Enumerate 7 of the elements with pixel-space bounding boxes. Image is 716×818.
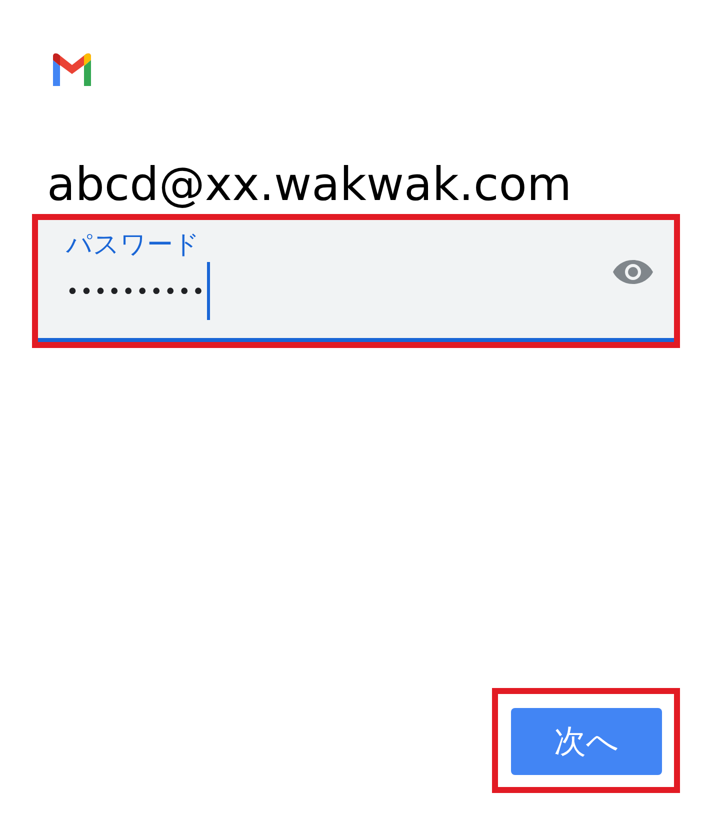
eye-icon[interactable]	[612, 258, 654, 286]
field-label: パスワード	[66, 229, 201, 262]
account-email: abcd@xx.wakwak.com	[47, 156, 573, 213]
password-value: ••••••••••	[66, 280, 206, 304]
next-button[interactable]: 次へ	[511, 708, 662, 775]
password-field[interactable]: パスワード ••••••••••	[38, 220, 674, 342]
mail-icon	[50, 52, 94, 86]
